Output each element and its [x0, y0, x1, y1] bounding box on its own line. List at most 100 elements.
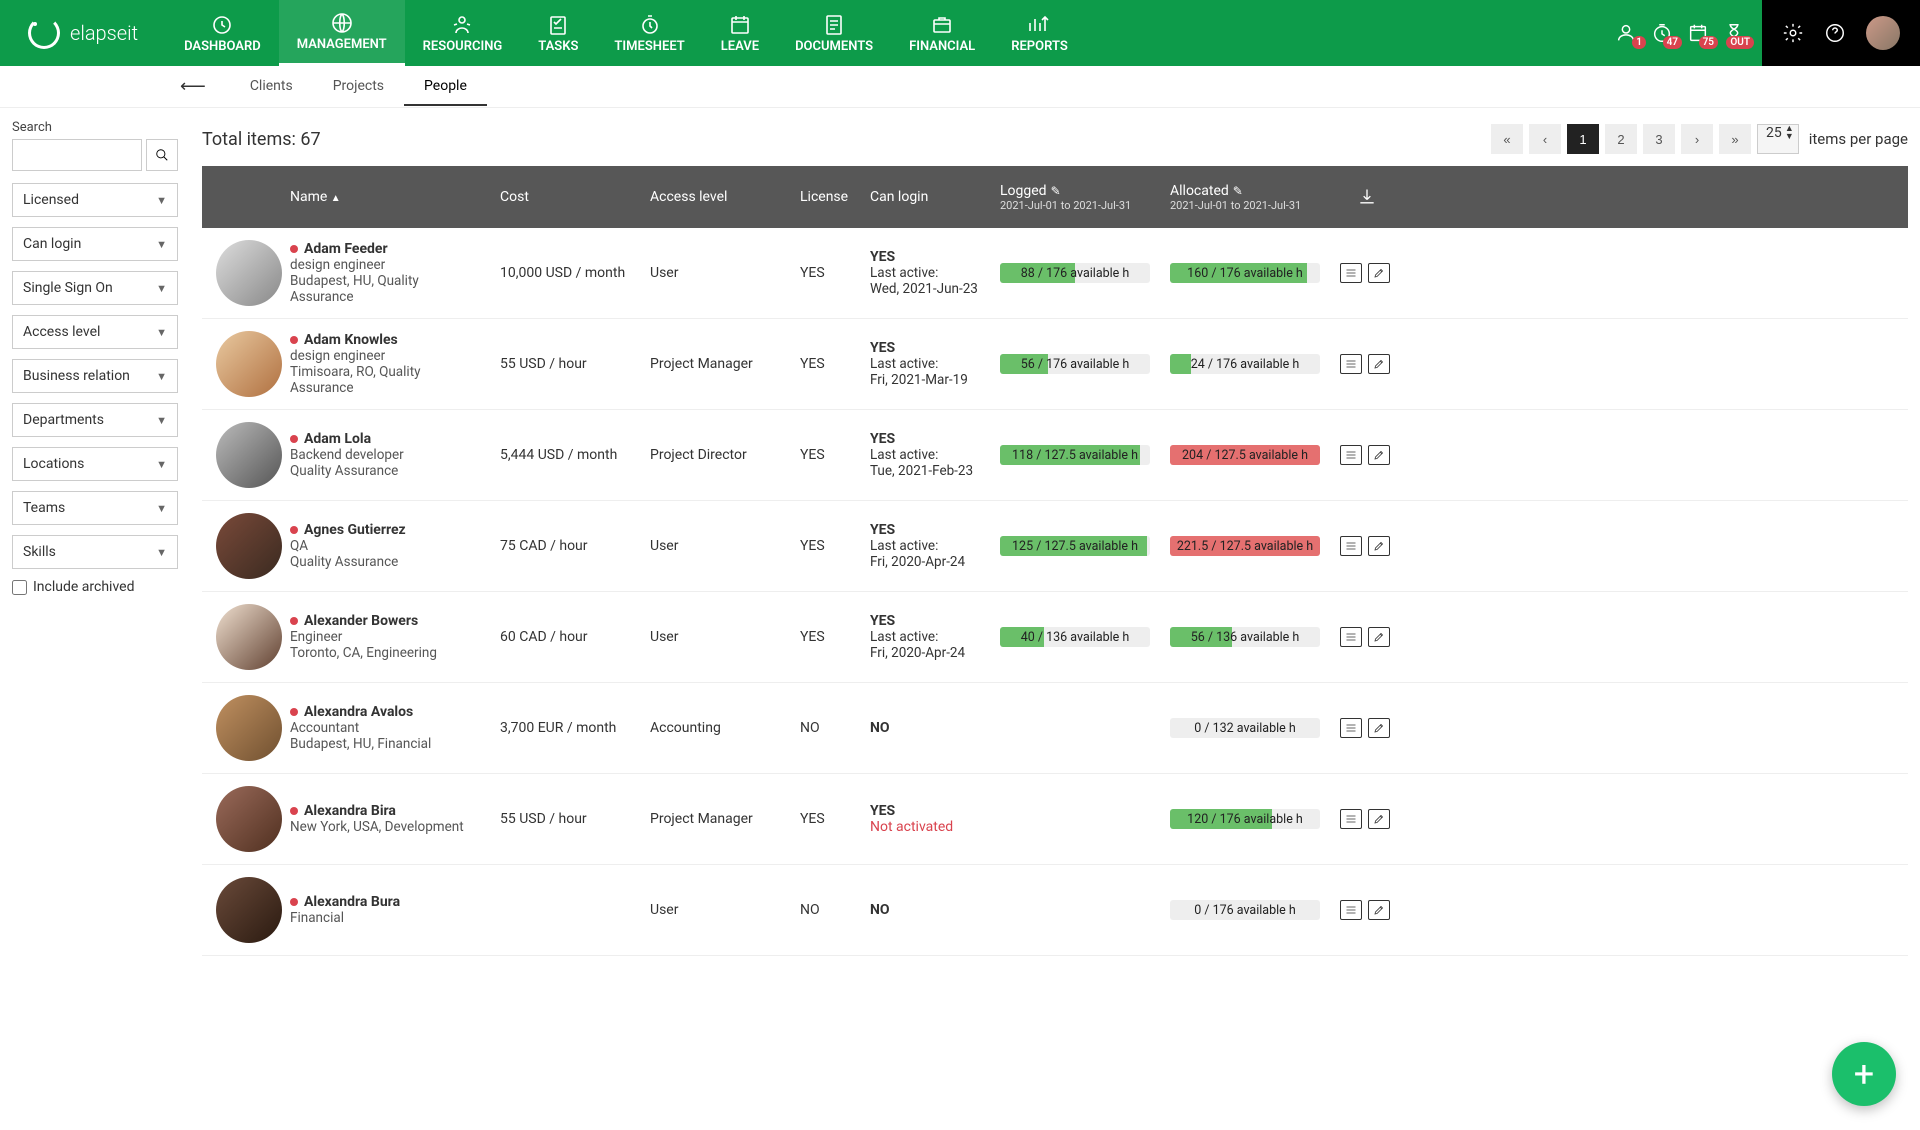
license-cell: YES: [792, 263, 862, 283]
include-archived-row[interactable]: Include archived: [12, 579, 178, 595]
edit-button[interactable]: [1368, 263, 1390, 283]
page-›[interactable]: ›: [1681, 124, 1713, 154]
search-input[interactable]: [12, 139, 142, 171]
details-button[interactable]: [1340, 263, 1362, 283]
logged-cell: 88 / 176 available h: [992, 261, 1162, 285]
details-button[interactable]: [1340, 445, 1362, 465]
status-calendar-icon[interactable]: 75: [1684, 19, 1712, 47]
access-cell: User: [642, 900, 792, 920]
nav-financial[interactable]: FINANCIAL: [891, 0, 993, 66]
col-access[interactable]: Access level: [642, 185, 792, 209]
edit-button[interactable]: [1368, 627, 1390, 647]
person-avatar[interactable]: [216, 331, 282, 397]
person-avatar[interactable]: [216, 786, 282, 852]
user-avatar[interactable]: [1866, 16, 1900, 50]
back-arrow-icon[interactable]: ⟵: [180, 76, 206, 97]
logo[interactable]: elapseit: [0, 0, 166, 66]
nav-reports[interactable]: REPORTS: [993, 0, 1086, 66]
pencil-icon[interactable]: ✎: [1051, 184, 1061, 198]
page-«[interactable]: «: [1491, 124, 1523, 154]
filter-teams[interactable]: Teams▼: [12, 491, 178, 525]
filter-business-relation[interactable]: Business relation▼: [12, 359, 178, 393]
person-name[interactable]: Adam Knowles: [290, 332, 484, 348]
person-avatar[interactable]: [216, 240, 282, 306]
details-button[interactable]: [1340, 536, 1362, 556]
nav-icon: [930, 13, 954, 37]
person-name[interactable]: Alexandra Bura: [290, 894, 484, 910]
filter-skills[interactable]: Skills▼: [12, 535, 178, 569]
nav-documents[interactable]: DOCUMENTS: [777, 0, 891, 66]
filter-locations[interactable]: Locations▼: [12, 447, 178, 481]
page-2[interactable]: 2: [1605, 124, 1637, 154]
person-name[interactable]: Alexandra Bira: [290, 803, 484, 819]
nav-timesheet[interactable]: TIMESHEET: [596, 0, 702, 66]
status-timer-icon[interactable]: 47: [1648, 19, 1676, 47]
search-button[interactable]: [146, 139, 178, 171]
page-‹[interactable]: ‹: [1529, 124, 1561, 154]
col-license[interactable]: License: [792, 185, 862, 209]
nav-management[interactable]: MANAGEMENT: [279, 0, 405, 66]
subnav-clients[interactable]: Clients: [230, 68, 313, 106]
allocated-cell: 0 / 176 available h: [1162, 898, 1332, 922]
person-name[interactable]: Adam Feeder: [290, 241, 484, 257]
person-name[interactable]: Adam Lola: [290, 431, 484, 447]
cost-cell: 55 USD / hour: [492, 354, 642, 374]
nav-tasks[interactable]: TASKS: [520, 0, 596, 66]
person-name[interactable]: Agnes Gutierrez: [290, 522, 484, 538]
person-avatar[interactable]: [216, 422, 282, 488]
page-»[interactable]: »: [1719, 124, 1751, 154]
details-button[interactable]: [1340, 718, 1362, 738]
subnav-people[interactable]: People: [404, 68, 487, 106]
col-allocated[interactable]: Allocated✎2021-Jul-01 to 2021-Jul-31: [1162, 179, 1332, 216]
hours-bar: 120 / 176 available h: [1170, 809, 1320, 829]
filter-can-login[interactable]: Can login▼: [12, 227, 178, 261]
filter-single-sign-on[interactable]: Single Sign On▼: [12, 271, 178, 305]
include-archived-label: Include archived: [33, 579, 134, 595]
include-archived-checkbox[interactable]: [12, 580, 27, 595]
col-cost[interactable]: Cost: [492, 185, 642, 209]
edit-button[interactable]: [1368, 445, 1390, 465]
details-button[interactable]: [1340, 627, 1362, 647]
status-hourglass-icon[interactable]: OUT: [1720, 19, 1748, 47]
table-row: Alexandra AvalosAccountantBudapest, HU, …: [202, 683, 1908, 774]
page-3[interactable]: 3: [1643, 124, 1675, 154]
col-can-login[interactable]: Can login: [862, 185, 992, 209]
help-icon[interactable]: [1824, 22, 1846, 44]
details-button[interactable]: [1340, 809, 1362, 829]
nav-leave[interactable]: LEAVE: [703, 0, 777, 66]
person-avatar[interactable]: [216, 695, 282, 761]
settings-icon[interactable]: [1782, 22, 1804, 44]
pencil-icon[interactable]: ✎: [1233, 184, 1243, 198]
status-dot-icon: [290, 336, 298, 344]
nav-resourcing[interactable]: RESOURCING: [405, 0, 521, 66]
edit-button[interactable]: [1368, 536, 1390, 556]
nav-dashboard[interactable]: DASHBOARD: [166, 0, 279, 66]
details-button[interactable]: [1340, 354, 1362, 374]
table-body: Adam Feederdesign engineerBudapest, HU, …: [202, 228, 1908, 956]
col-logged[interactable]: Logged✎2021-Jul-01 to 2021-Jul-31: [992, 179, 1162, 216]
person-name[interactable]: Alexander Bowers: [290, 613, 484, 629]
status-approvals-icon[interactable]: 1: [1612, 19, 1640, 47]
page-1[interactable]: 1: [1567, 124, 1599, 154]
per-page-select[interactable]: 25 ▲▼: [1757, 124, 1799, 154]
filter-departments[interactable]: Departments▼: [12, 403, 178, 437]
filter-access-level[interactable]: Access level▼: [12, 315, 178, 349]
person-name[interactable]: Alexandra Avalos: [290, 704, 484, 720]
person-avatar[interactable]: [216, 877, 282, 943]
add-fab[interactable]: +: [1832, 1042, 1896, 1106]
cost-cell: [492, 908, 642, 912]
person-avatar[interactable]: [216, 604, 282, 670]
logged-cell: [992, 817, 1162, 821]
edit-button[interactable]: [1368, 718, 1390, 738]
details-button[interactable]: [1340, 900, 1362, 920]
filter-licensed[interactable]: Licensed▼: [12, 183, 178, 217]
download-icon[interactable]: [1332, 183, 1402, 211]
person-avatar[interactable]: [216, 513, 282, 579]
col-name[interactable]: Name ▲: [282, 185, 492, 209]
edit-button[interactable]: [1368, 809, 1390, 829]
subnav-projects[interactable]: Projects: [313, 68, 404, 106]
edit-button[interactable]: [1368, 354, 1390, 374]
license-cell: NO: [792, 718, 862, 738]
access-cell: Project Manager: [642, 354, 792, 374]
edit-button[interactable]: [1368, 900, 1390, 920]
